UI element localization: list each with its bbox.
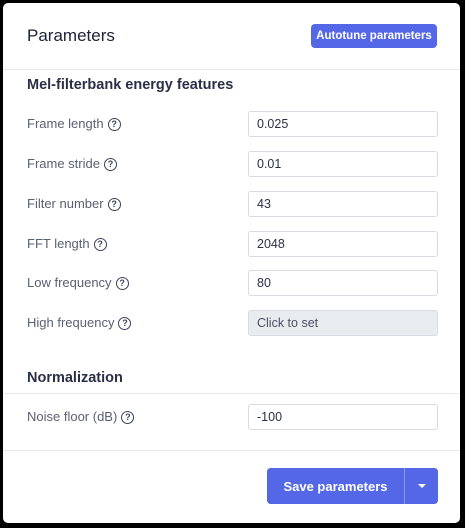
header-divider bbox=[3, 69, 460, 70]
low-frequency-label: Low frequency ? bbox=[27, 270, 129, 296]
high-frequency-click-to-set[interactable]: Click to set bbox=[248, 310, 438, 336]
fft-length-label: FFT length ? bbox=[27, 231, 107, 257]
help-icon[interactable]: ? bbox=[115, 276, 129, 290]
row-frame-stride: Frame stride ? bbox=[3, 151, 460, 177]
autotune-parameters-button[interactable]: Autotune parameters bbox=[311, 24, 437, 48]
frame-length-label-text: Frame length bbox=[27, 116, 104, 131]
noise-floor-input[interactable] bbox=[248, 404, 438, 430]
noise-floor-label: Noise floor (dB) ? bbox=[27, 404, 135, 430]
footer-divider bbox=[3, 450, 460, 451]
frame-length-input[interactable] bbox=[248, 111, 438, 137]
help-icon[interactable]: ? bbox=[103, 157, 117, 171]
help-icon[interactable]: ? bbox=[107, 117, 121, 131]
save-parameters-button[interactable]: Save parameters bbox=[267, 468, 404, 504]
chevron-down-icon bbox=[417, 484, 426, 488]
parameters-panel: Parameters Autotune parameters Mel-filte… bbox=[3, 3, 460, 523]
normalization-divider bbox=[3, 393, 460, 394]
help-icon[interactable]: ? bbox=[107, 197, 121, 211]
row-frame-length: Frame length ? bbox=[3, 111, 460, 137]
noise-floor-label-text: Noise floor (dB) bbox=[27, 409, 118, 424]
help-icon[interactable]: ? bbox=[118, 316, 132, 330]
high-frequency-label-text: High frequency bbox=[27, 315, 115, 330]
filter-number-label: Filter number ? bbox=[27, 191, 121, 217]
save-options-dropdown-button[interactable] bbox=[405, 468, 438, 504]
fft-length-label-text: FFT length bbox=[27, 236, 90, 251]
help-icon[interactable]: ? bbox=[121, 410, 135, 424]
save-button-group: Save parameters bbox=[267, 468, 438, 504]
frame-stride-input[interactable] bbox=[248, 151, 438, 177]
filter-number-label-text: Filter number bbox=[27, 196, 104, 211]
help-icon[interactable]: ? bbox=[93, 237, 107, 251]
filter-number-input[interactable] bbox=[248, 191, 438, 217]
frame-length-label: Frame length ? bbox=[27, 111, 121, 137]
frame-stride-label: Frame stride ? bbox=[27, 151, 117, 177]
section-title-mel-filterbank: Mel-filterbank energy features bbox=[27, 77, 234, 93]
row-fft-length: FFT length ? bbox=[3, 231, 460, 257]
low-frequency-input[interactable] bbox=[248, 270, 438, 296]
frame-stride-label-text: Frame stride bbox=[27, 156, 100, 171]
high-frequency-label: High frequency ? bbox=[27, 310, 132, 336]
section-title-normalization: Normalization bbox=[27, 370, 123, 386]
row-filter-number: Filter number ? bbox=[3, 191, 460, 217]
fft-length-input[interactable] bbox=[248, 231, 438, 257]
row-low-frequency: Low frequency ? bbox=[3, 270, 460, 296]
panel-title: Parameters bbox=[27, 26, 115, 45]
panel-header: Parameters Autotune parameters bbox=[3, 3, 460, 69]
low-frequency-label-text: Low frequency bbox=[27, 275, 112, 290]
row-high-frequency: High frequency ? Click to set bbox=[3, 310, 460, 336]
row-noise-floor: Noise floor (dB) ? bbox=[3, 404, 460, 430]
